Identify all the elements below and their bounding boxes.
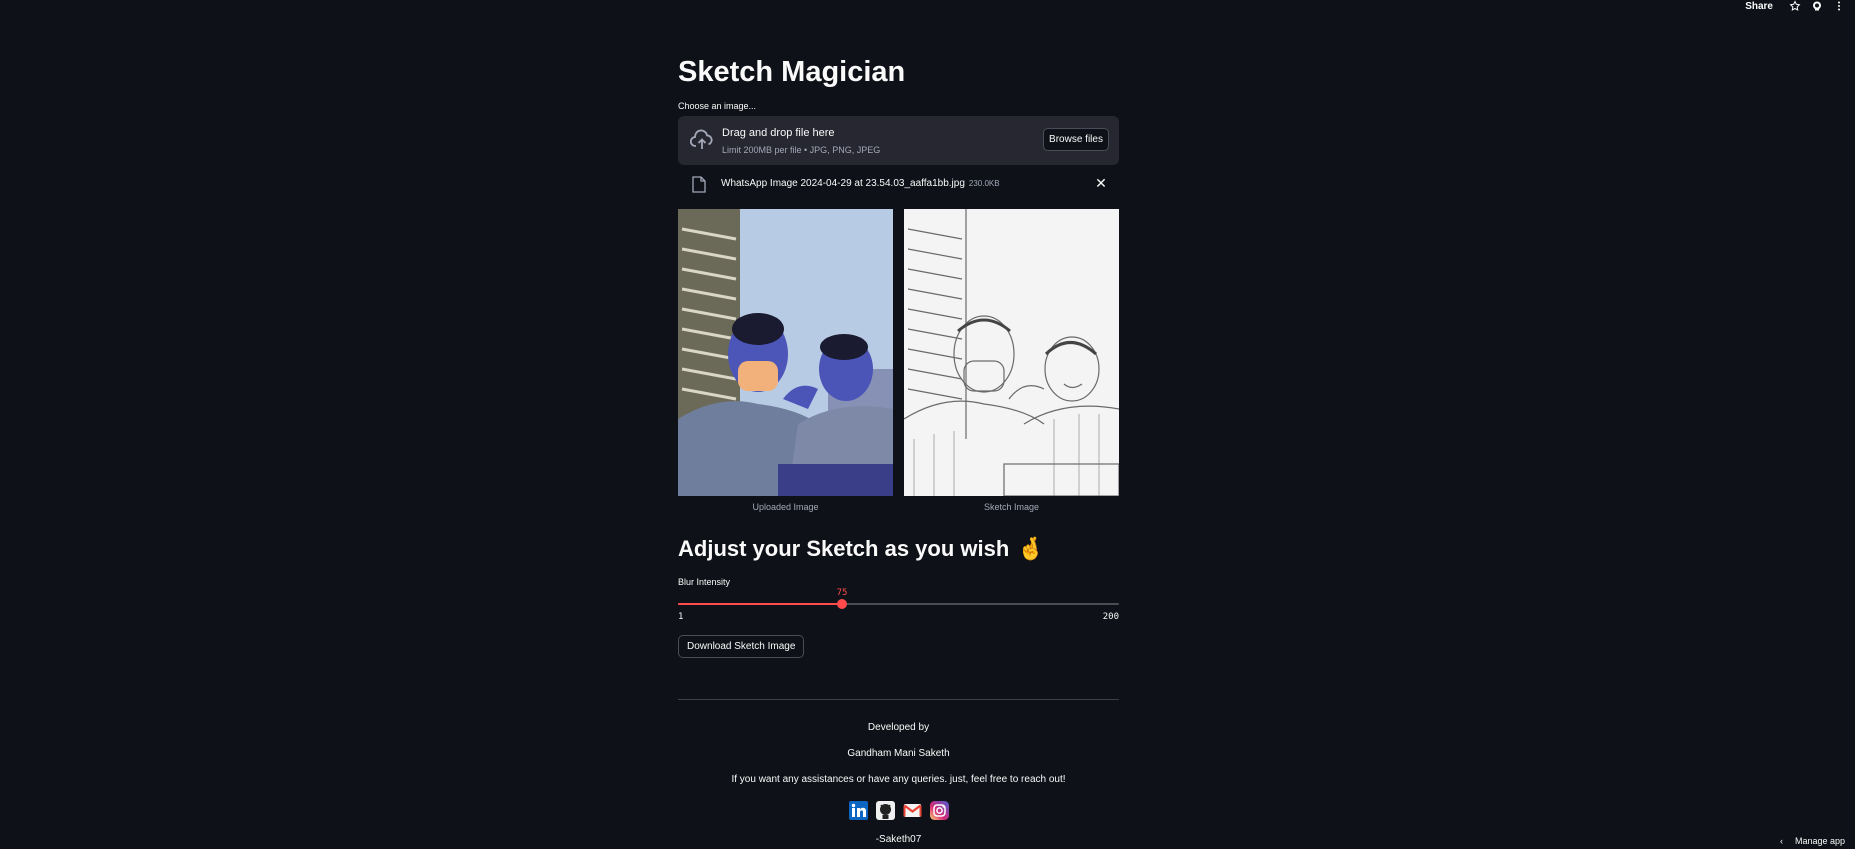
dropzone-limits: Limit 200MB per file • JPG, PNG, JPEG	[722, 145, 881, 155]
linkedin-icon[interactable]	[848, 801, 868, 820]
more-vertical-icon[interactable]	[1833, 0, 1845, 12]
file-dropzone[interactable]: Drag and drop file here Limit 200MB per …	[678, 116, 1119, 165]
uploaded-file-row: WhatsApp Image 2024-04-29 at 23.54.03_aa…	[678, 173, 1119, 195]
chevron-left-icon: ‹	[1779, 836, 1783, 846]
dropzone-title: Drag and drop file here	[722, 127, 835, 139]
adjust-heading: Adjust your Sketch as you wish 🤞	[678, 535, 1045, 563]
page-title: Sketch Magician	[678, 56, 906, 88]
slider-thumb[interactable]	[836, 599, 847, 609]
manage-app-label: Manage app	[1794, 836, 1845, 846]
slider-current-value: 75	[836, 588, 848, 598]
github-icon[interactable]	[875, 801, 895, 820]
share-button[interactable]: Share	[1745, 1, 1773, 12]
slider-max-label: 200	[1102, 612, 1119, 622]
cloud-upload-icon	[689, 129, 714, 151]
signature: -Saketh07	[875, 834, 922, 845]
gmail-icon[interactable]	[903, 801, 922, 820]
contact-message: If you want any assistances or have any …	[731, 774, 1066, 785]
browse-files-button[interactable]: Browse files	[1043, 128, 1109, 151]
file-icon	[692, 176, 706, 193]
author-name: Gandham Mani Saketh	[847, 748, 950, 759]
uploaded-image	[678, 209, 893, 496]
remove-file-close-icon[interactable]: ✕	[1093, 175, 1109, 191]
top-toolbar: Share	[1745, 0, 1855, 12]
file-name-text: WhatsApp Image 2024-04-29 at 23.54.03_aa…	[721, 178, 965, 189]
sketch-image	[904, 209, 1119, 496]
developed-by-text: Developed by	[867, 722, 930, 733]
uploader-label: Choose an image...	[678, 101, 757, 111]
crossed-fingers-icon: 🤞	[1017, 536, 1045, 561]
star-icon[interactable]	[1789, 0, 1801, 12]
slider-min-label: 1	[678, 612, 684, 622]
divider	[678, 699, 1119, 700]
adjust-heading-text: Adjust your Sketch as you wish	[678, 536, 1010, 561]
slider-track-fill	[678, 603, 842, 605]
download-sketch-button[interactable]: Download Sketch Image	[678, 635, 805, 658]
social-links	[678, 801, 1119, 820]
slider-track[interactable]	[678, 603, 1119, 605]
blur-intensity-slider[interactable]: 75 1 200	[678, 586, 1119, 626]
uploaded-image-caption: Uploaded Image	[752, 502, 819, 512]
instagram-icon[interactable]	[929, 801, 949, 820]
file-name: WhatsApp Image 2024-04-29 at 23.54.03_aa…	[721, 178, 1000, 189]
sketch-image-caption: Sketch Image	[983, 502, 1040, 512]
file-size: 230.0KB	[968, 179, 1000, 188]
manage-app-button[interactable]: ‹ Manage app	[1780, 836, 1845, 846]
github-icon[interactable]	[1811, 0, 1823, 12]
